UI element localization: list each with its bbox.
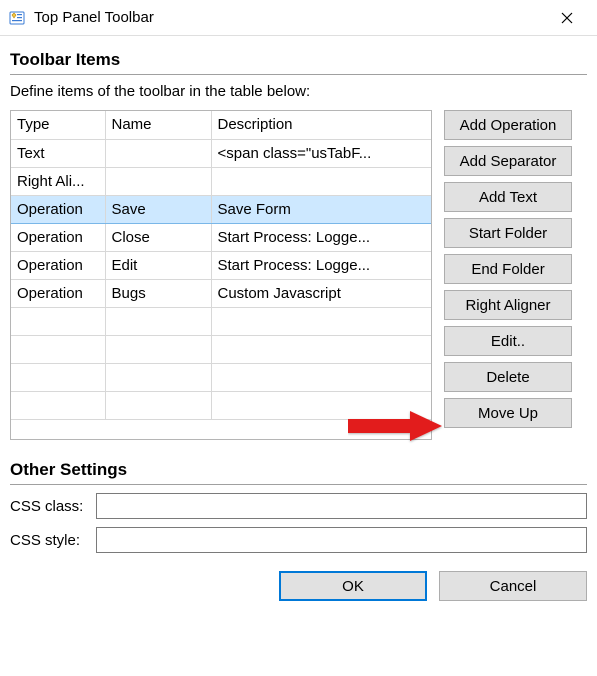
edit-button[interactable]: Edit.. bbox=[444, 326, 572, 356]
end-folder-button[interactable]: End Folder bbox=[444, 254, 572, 284]
table-row[interactable]: Text<span class="usTabF... bbox=[11, 139, 431, 167]
move-up-button[interactable]: Move Up bbox=[444, 398, 572, 428]
toolbar-items-heading: Toolbar Items bbox=[10, 44, 587, 75]
cancel-button[interactable]: Cancel bbox=[439, 571, 587, 601]
toolbar-items-table[interactable]: Type Name Description Text<span class="u… bbox=[10, 110, 432, 440]
add-operation-button[interactable]: Add Operation bbox=[444, 110, 572, 140]
add-text-button[interactable]: Add Text bbox=[444, 182, 572, 212]
css-class-input[interactable] bbox=[96, 493, 587, 519]
add-separator-button[interactable]: Add Separator bbox=[444, 146, 572, 176]
table-row[interactable]: OperationEditStart Process: Logge... bbox=[11, 251, 431, 279]
css-style-label: CSS style: bbox=[10, 532, 88, 549]
delete-button[interactable]: Delete bbox=[444, 362, 572, 392]
action-buttons: Add Operation Add Separator Add Text Sta… bbox=[444, 110, 572, 440]
col-description[interactable]: Description bbox=[211, 111, 431, 139]
table-row[interactable]: OperationSaveSave Form bbox=[11, 195, 431, 223]
close-icon bbox=[561, 12, 573, 24]
window-title: Top Panel Toolbar bbox=[34, 9, 545, 26]
titlebar: Top Panel Toolbar bbox=[0, 0, 597, 36]
start-folder-button[interactable]: Start Folder bbox=[444, 218, 572, 248]
table-row[interactable]: . bbox=[11, 335, 431, 363]
ok-button[interactable]: OK bbox=[279, 571, 427, 601]
table-row[interactable]: OperationCloseStart Process: Logge... bbox=[11, 223, 431, 251]
col-name[interactable]: Name bbox=[105, 111, 211, 139]
toolbar-items-subtext: Define items of the toolbar in the table… bbox=[10, 83, 587, 100]
table-row[interactable]: . bbox=[11, 307, 431, 335]
table-row[interactable]: OperationBugsCustom Javascript bbox=[11, 279, 431, 307]
table-row[interactable]: Right Ali... bbox=[11, 167, 431, 195]
table-row[interactable]: . bbox=[11, 391, 431, 419]
close-button[interactable] bbox=[545, 3, 589, 33]
col-type[interactable]: Type bbox=[11, 111, 105, 139]
table-row[interactable]: . bbox=[11, 363, 431, 391]
other-settings-heading: Other Settings bbox=[10, 454, 587, 485]
right-aligner-button[interactable]: Right Aligner bbox=[444, 290, 572, 320]
css-style-input[interactable] bbox=[96, 527, 587, 553]
css-class-label: CSS class: bbox=[10, 498, 88, 515]
toolbar-icon bbox=[8, 9, 26, 27]
